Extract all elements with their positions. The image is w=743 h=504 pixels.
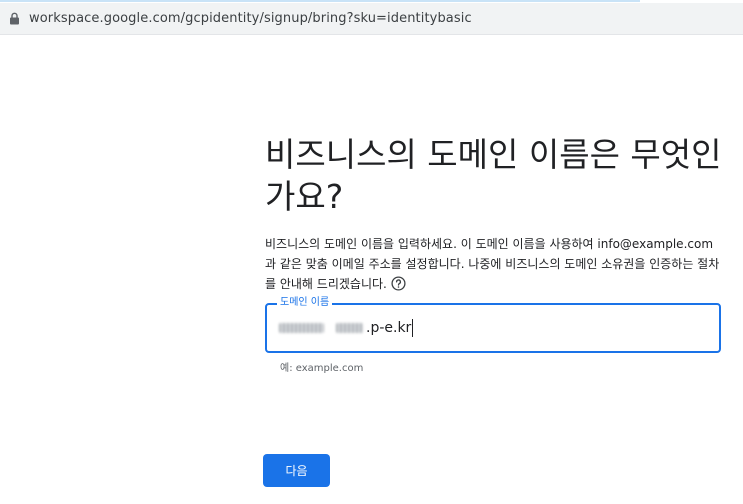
help-circle-icon[interactable] [391, 276, 406, 291]
redacted-text [279, 323, 324, 333]
signup-page: workspace.google.com/gcpidentity/signup/… [0, 0, 743, 504]
text-caret [412, 319, 414, 337]
tab-strip-edge [0, 0, 640, 2]
domain-hint: 예: example.com [280, 363, 364, 374]
domain-name-label: 도메인 이름 [277, 296, 333, 310]
redacted-text [336, 323, 363, 333]
description-text: 비즈니스의 도메인 이름을 입력하세요. 이 도메인 이름을 사용하여 info… [265, 237, 720, 291]
domain-name-input[interactable]: .p-e.kr [279, 315, 709, 341]
domain-value-suffix: .p-e.kr [366, 320, 412, 336]
address-bar[interactable]: workspace.google.com/gcpidentity/signup/… [0, 3, 743, 35]
next-button[interactable]: 다음 [263, 454, 330, 487]
url-text[interactable]: workspace.google.com/gcpidentity/signup/… [29, 11, 472, 26]
page-description: 비즈니스의 도메인 이름을 입력하세요. 이 도메인 이름을 사용하여 info… [265, 234, 723, 294]
lock-icon[interactable] [9, 12, 20, 25]
page-title: 비즈니스의 도메인 이름은 무엇인가요? [265, 135, 722, 216]
domain-name-field[interactable]: 도메인 이름 .p-e.kr [265, 296, 721, 353]
